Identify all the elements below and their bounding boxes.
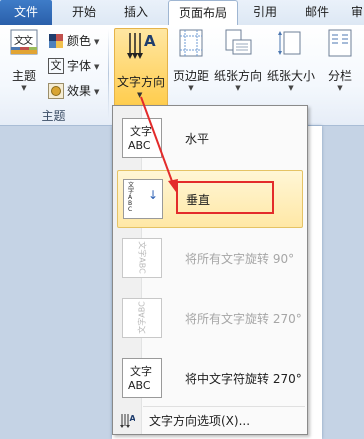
columns-dropdown-arrow: ▼ xyxy=(337,84,343,92)
fonts-icon: 文 xyxy=(48,57,64,74)
ribbon-tab-strip: 文件 开始 插入 页面布局 引用 邮件 审 xyxy=(0,0,364,26)
size-icon xyxy=(276,28,306,58)
colors-icon xyxy=(48,33,64,49)
menu-item-rotate-270: 文字ABC 将所有文字旋转 270° xyxy=(117,290,303,348)
tab-references[interactable]: 引用 xyxy=(246,0,284,25)
highlight-box xyxy=(176,181,274,214)
orientation-button[interactable]: 纸张方向 ▼ xyxy=(212,28,264,92)
text-direction-label: 文字方向 xyxy=(116,75,165,89)
orientation-label: 纸张方向 xyxy=(213,69,262,83)
menu-item-horizontal[interactable]: 文字 ABC 水平 xyxy=(117,110,303,168)
themes-button[interactable]: 文文 主题 ▼ xyxy=(4,28,44,92)
themes-dropdown-arrow: ▼ xyxy=(21,84,27,92)
columns-button[interactable]: 分栏 ▼ xyxy=(320,28,360,92)
orientation-dropdown-arrow: ▼ xyxy=(235,84,241,92)
menu-item-vertical[interactable]: 文字ABC ↓ 垂直 xyxy=(117,170,303,228)
margins-icon xyxy=(176,28,206,58)
rotate-chinese-preview-bottom: ABC xyxy=(128,379,151,392)
text-direction-dropdown-arrow: ▼ xyxy=(137,91,143,99)
columns-label: 分栏 xyxy=(327,69,352,83)
margins-button[interactable]: 页边距 ▼ xyxy=(170,28,212,92)
tab-home[interactable]: 开始 xyxy=(60,0,108,25)
themes-group-label: 主题 xyxy=(41,109,66,123)
themes-icon: 文文 xyxy=(9,28,39,58)
menu-item-label: 将所有文字旋转 90° xyxy=(185,252,295,266)
rotate-chinese-preview-icon: 文字 ABC xyxy=(122,358,162,398)
effects-button[interactable]: 效果 ▼ xyxy=(48,81,99,101)
tab-review[interactable]: 审 xyxy=(346,0,364,25)
vertical-preview-text: 文字ABC xyxy=(128,182,135,213)
menu-separator xyxy=(143,406,305,407)
vertical-preview-arrow-icon: ↓ xyxy=(148,188,159,202)
rotate-chinese-preview-top: 文字 xyxy=(130,365,152,378)
fonts-button[interactable]: 文 字体 ▼ xyxy=(48,56,99,76)
svg-text:A: A xyxy=(130,414,136,423)
orientation-icon xyxy=(223,28,253,58)
rotate-270-preview-icon: 文字ABC xyxy=(122,298,162,338)
vertical-preview-icon: 文字ABC ↓ xyxy=(123,179,163,219)
tab-insert[interactable]: 插入 xyxy=(116,0,156,25)
effects-label: 效果 xyxy=(67,84,92,98)
themes-label: 主题 xyxy=(11,69,36,83)
size-dropdown-arrow: ▼ xyxy=(288,84,294,92)
text-direction-options-icon: A xyxy=(119,413,137,429)
menu-item-label: 将中文字符旋转 270° xyxy=(185,372,302,386)
text-direction-menu: 文字 ABC 水平 文字ABC ↓ 垂直 文字ABC 将所有文字旋转 90° 文… xyxy=(112,105,308,435)
tab-file[interactable]: 文件 xyxy=(0,0,52,25)
horizontal-preview-bottom: ABC xyxy=(128,139,151,152)
size-label: 纸张大小 xyxy=(266,69,315,83)
group-divider xyxy=(108,29,109,119)
themes-icon-text: 文文 xyxy=(14,36,33,47)
effects-icon xyxy=(48,82,64,99)
menu-item-rotate-90: 文字ABC 将所有文字旋转 90° xyxy=(117,230,303,288)
size-button[interactable]: 纸张大小 ▼ xyxy=(264,28,318,92)
margins-label: 页边距 xyxy=(172,69,209,83)
fonts-icon-text: 文 xyxy=(50,58,62,72)
rotate-90-preview-icon: 文字ABC xyxy=(122,238,162,278)
margins-dropdown-arrow: ▼ xyxy=(188,84,194,92)
text-direction-icon: A xyxy=(126,31,156,61)
text-direction-icon-text: A xyxy=(144,32,156,50)
horizontal-preview-icon: 文字 ABC xyxy=(122,118,162,158)
colors-dropdown-arrow: ▼ xyxy=(94,37,100,46)
columns-icon xyxy=(325,28,355,58)
effects-dropdown-arrow: ▼ xyxy=(94,87,100,96)
colors-label: 颜色 xyxy=(67,34,92,48)
menu-item-label: 将所有文字旋转 270° xyxy=(185,312,302,326)
tab-page-layout[interactable]: 页面布局 xyxy=(168,0,238,26)
rotate-270-preview-text: 文字ABC xyxy=(137,301,147,334)
menu-item-rotate-chinese-270[interactable]: 文字 ABC 将中文字符旋转 270° xyxy=(117,350,303,408)
fonts-dropdown-arrow: ▼ xyxy=(94,62,100,71)
rotate-90-preview-text: 文字ABC xyxy=(137,241,147,274)
colors-button[interactable]: 颜色 ▼ xyxy=(48,31,99,51)
menu-item-label: 水平 xyxy=(185,132,210,146)
tab-mailings[interactable]: 邮件 xyxy=(294,0,340,25)
horizontal-preview-top: 文字 xyxy=(130,125,152,138)
menu-item-text-direction-options[interactable]: A 文字方向选项(X)... xyxy=(113,408,307,434)
text-direction-options-label: 文字方向选项(X)... xyxy=(149,414,251,428)
fonts-label: 字体 xyxy=(67,59,92,73)
